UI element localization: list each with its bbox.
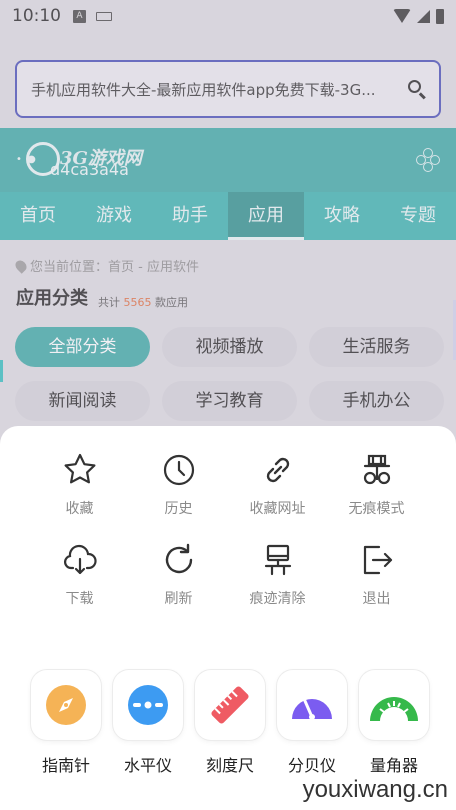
menu-clear-trace[interactable]: 痕迹清除 (228, 542, 327, 608)
tools-row: 指南针 水平仪 刻度尺 分贝仪 量角器 (30, 670, 430, 776)
refresh-icon (165, 543, 192, 574)
link-icon (266, 457, 289, 483)
clear-trace-icon (264, 544, 291, 576)
tool-protractor[interactable]: 量角器 (358, 670, 430, 776)
menu-history[interactable]: 历史 (129, 452, 228, 518)
level-icon (128, 685, 168, 725)
exit-icon (363, 545, 392, 575)
menu-incognito[interactable]: 无痕模式 (327, 452, 426, 518)
menu-favorite[interactable]: 收藏 (30, 452, 129, 518)
watermark: youxiwang.cn (302, 776, 448, 803)
menu-bookmark-url[interactable]: 收藏网址 (228, 452, 327, 518)
menu-download[interactable]: 下载 (30, 542, 129, 608)
tool-compass[interactable]: 指南针 (30, 670, 102, 776)
clock-icon (163, 454, 194, 486)
ruler-icon (211, 686, 249, 724)
browser-menu-sheet: 收藏 历史 收藏网址 无痕模式 下载 刷新 痕迹清除 退出 指南针 水平仪 刻度… (0, 426, 456, 810)
edge-strip (0, 360, 3, 382)
menu-exit[interactable]: 退出 (327, 542, 426, 608)
cloud-download-icon (63, 544, 97, 575)
compass-icon (46, 685, 86, 725)
star-icon (63, 453, 95, 484)
tool-level[interactable]: 水平仪 (112, 670, 184, 776)
menu-grid: 收藏 历史 收藏网址 无痕模式 下载 刷新 痕迹清除 退出 (30, 452, 426, 608)
decibel-icon (292, 699, 332, 720)
tool-decibel[interactable]: 分贝仪 (276, 670, 348, 776)
protractor-icon (370, 697, 418, 721)
tool-ruler[interactable]: 刻度尺 (194, 670, 266, 776)
incognito-icon (363, 454, 390, 485)
menu-refresh[interactable]: 刷新 (129, 542, 228, 608)
